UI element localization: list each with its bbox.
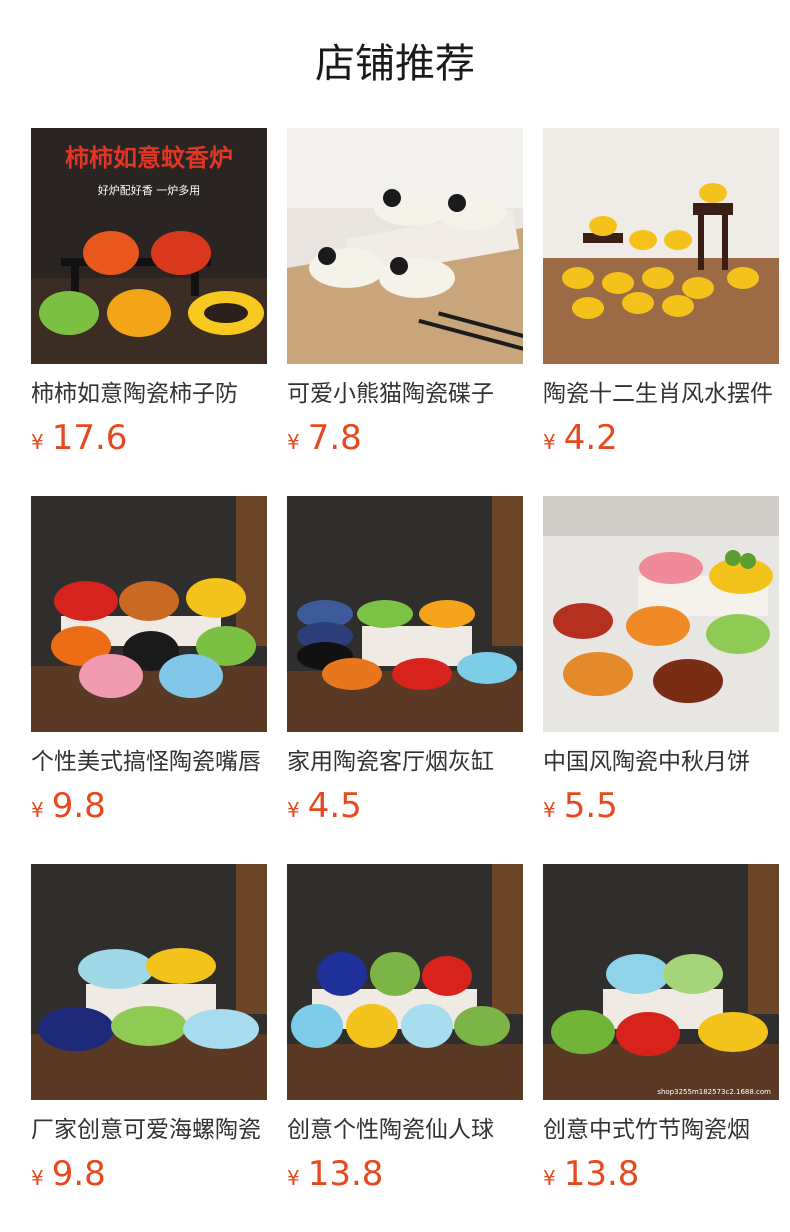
currency-symbol: ¥ [543, 1166, 556, 1190]
currency-symbol: ¥ [287, 430, 300, 454]
product-card[interactable]: shop3255m182573c2.1688.com 创意中式竹节陶瓷烟 ¥13… [543, 864, 779, 1224]
product-image[interactable] [287, 864, 523, 1100]
product-card[interactable]: 家用陶瓷客厅烟灰缸 ¥4.5 [287, 496, 523, 856]
product-image[interactable] [31, 496, 267, 732]
product-image[interactable] [31, 864, 267, 1100]
product-name[interactable]: 中国风陶瓷中秋月饼 [543, 746, 779, 780]
currency-symbol: ¥ [543, 798, 556, 822]
product-card[interactable]: 柿柿如意蚊香炉 好炉配好香 一炉多用 柿柿如意陶瓷柿子防 ¥17.6 [31, 128, 267, 488]
product-price: ¥13.8 [543, 1152, 639, 1196]
product-price: ¥17.6 [31, 416, 127, 460]
product-image[interactable] [543, 128, 779, 364]
product-image[interactable] [287, 128, 523, 364]
product-image[interactable]: shop3255m182573c2.1688.com [543, 864, 779, 1100]
product-image[interactable]: 柿柿如意蚊香炉 好炉配好香 一炉多用 [31, 128, 267, 364]
product-name[interactable]: 可爱小熊猫陶瓷碟子 [287, 378, 523, 412]
product-card[interactable]: 创意个性陶瓷仙人球 ¥13.8 [287, 864, 523, 1224]
product-price: ¥9.8 [31, 784, 106, 828]
product-price: ¥5.5 [543, 784, 618, 828]
product-image[interactable] [543, 496, 779, 732]
currency-symbol: ¥ [31, 430, 44, 454]
price-value: 13.8 [307, 1154, 384, 1194]
price-value: 4.5 [307, 786, 362, 826]
product-image[interactable] [287, 496, 523, 732]
product-name[interactable]: 厂家创意可爱海螺陶瓷 [31, 1114, 267, 1148]
price-value: 17.6 [51, 418, 128, 458]
product-price: ¥4.2 [543, 416, 618, 460]
price-value: 5.5 [563, 786, 618, 826]
price-value: 13.8 [563, 1154, 640, 1194]
product-name[interactable]: 陶瓷十二生肖风水摆件 [543, 378, 779, 412]
currency-symbol: ¥ [31, 1166, 44, 1190]
currency-symbol: ¥ [31, 798, 44, 822]
product-name[interactable]: 柿柿如意陶瓷柿子防 [31, 378, 267, 412]
image-watermark: shop3255m182573c2.1688.com [657, 1088, 771, 1096]
price-value: 7.8 [307, 418, 362, 458]
product-price: ¥9.8 [31, 1152, 106, 1196]
price-value: 9.8 [51, 786, 106, 826]
product-price: ¥4.5 [287, 784, 362, 828]
price-value: 4.2 [563, 418, 618, 458]
currency-symbol: ¥ [287, 1166, 300, 1190]
product-name[interactable]: 创意中式竹节陶瓷烟 [543, 1114, 779, 1148]
currency-symbol: ¥ [287, 798, 300, 822]
product-name[interactable]: 创意个性陶瓷仙人球 [287, 1114, 523, 1148]
image-overlay-title: 柿柿如意蚊香炉 [65, 143, 233, 172]
product-name[interactable]: 家用陶瓷客厅烟灰缸 [287, 746, 523, 780]
product-card[interactable]: 个性美式搞怪陶瓷嘴唇 ¥9.8 [31, 496, 267, 856]
product-card[interactable]: 可爱小熊猫陶瓷碟子 ¥7.8 [287, 128, 523, 488]
product-card[interactable]: 中国风陶瓷中秋月饼 ¥5.5 [543, 496, 779, 856]
product-price: ¥7.8 [287, 416, 362, 460]
price-value: 9.8 [51, 1154, 106, 1194]
product-card[interactable]: 陶瓷十二生肖风水摆件 ¥4.2 [543, 128, 779, 488]
product-price: ¥13.8 [287, 1152, 383, 1196]
currency-symbol: ¥ [543, 430, 556, 454]
section-title: 店铺推荐 [315, 41, 475, 87]
product-card[interactable]: 厂家创意可爱海螺陶瓷 ¥9.8 [31, 864, 267, 1224]
product-name[interactable]: 个性美式搞怪陶瓷嘴唇 [31, 746, 267, 780]
image-overlay-subtitle: 好炉配好香 一炉多用 [98, 183, 201, 197]
